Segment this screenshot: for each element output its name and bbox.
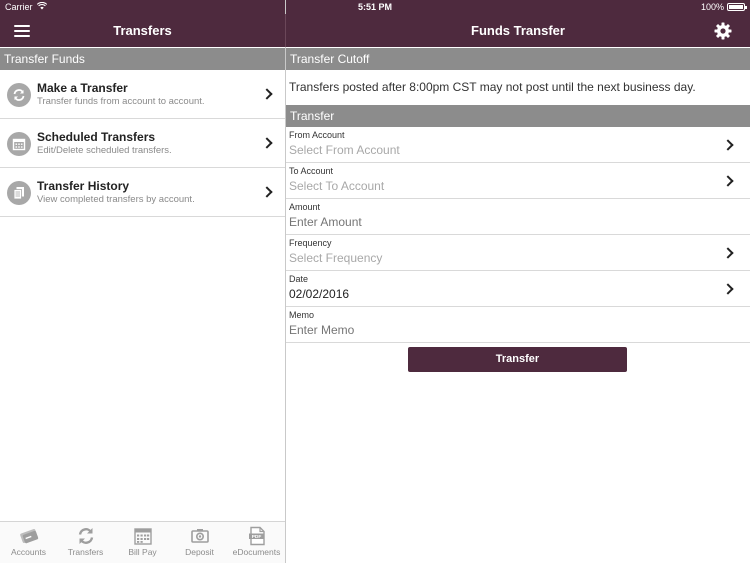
chevron-right-icon — [722, 175, 734, 187]
tab-transfers-label: Transfers — [67, 547, 104, 557]
transfer-funds-header: Transfer Funds — [0, 48, 285, 70]
tab-transfers[interactable]: Transfers — [57, 522, 114, 563]
frequency-field[interactable]: Frequency Select Frequency — [286, 235, 750, 271]
tab-deposit-label: Deposit — [185, 547, 214, 557]
transfers-icon — [78, 528, 94, 544]
scheduled-transfers-subtitle: Edit/Delete scheduled transfers. — [37, 145, 172, 156]
chevron-right-icon — [722, 247, 734, 259]
transfer-menu-list: Make a Transfer Transfer funds from acco… — [0, 70, 285, 217]
chevron-right-icon — [261, 186, 273, 198]
documents-icon — [7, 181, 31, 205]
transfer-history-item[interactable]: Transfer History View completed transfer… — [0, 168, 285, 217]
header-divider — [285, 14, 286, 47]
tab-deposit[interactable]: Deposit — [171, 522, 228, 563]
date-label: Date — [289, 274, 309, 284]
transfer-form: From Account Select From Account To Acco… — [286, 127, 750, 343]
to-account-label: To Account — [289, 166, 334, 176]
left-page-title: Transfers — [113, 23, 172, 38]
bottom-tab-bar: Accounts Transfers Bill Pay Deposit PDF … — [0, 521, 285, 563]
from-account-label: From Account — [289, 130, 345, 140]
transfer-history-title: Transfer History — [37, 179, 130, 193]
memo-input[interactable] — [289, 323, 689, 337]
amount-label: Amount — [289, 202, 321, 212]
accounts-icon — [20, 528, 39, 544]
transfer-cutoff-header: Transfer Cutoff — [286, 48, 750, 70]
right-nav-bar: Funds Transfer — [286, 14, 750, 47]
tab-edocuments[interactable]: PDF eDocuments — [228, 522, 285, 563]
date-field[interactable]: Date 02/02/2016 — [286, 271, 750, 307]
status-bar: Carrier 5:51 PM 100% — [0, 0, 750, 14]
pdf-icon: PDF — [249, 526, 265, 546]
from-account-field[interactable]: From Account Select From Account — [286, 127, 750, 163]
pane-divider — [285, 0, 286, 563]
from-account-placeholder: Select From Account — [289, 143, 400, 157]
right-page-title: Funds Transfer — [471, 23, 565, 38]
amount-input[interactable] — [289, 215, 689, 229]
scheduled-transfers-item[interactable]: Scheduled Transfers Edit/Delete schedule… — [0, 119, 285, 168]
amount-field[interactable]: Amount — [286, 199, 750, 235]
chevron-right-icon — [722, 283, 734, 295]
make-transfer-title: Make a Transfer — [37, 81, 128, 95]
make-transfer-subtitle: Transfer funds from account to account. — [37, 96, 205, 107]
tab-edocuments-label: eDocuments — [232, 547, 281, 557]
chevron-right-icon — [722, 139, 734, 151]
transfer-history-subtitle: View completed transfers by account. — [37, 194, 195, 205]
battery-icon — [727, 3, 747, 11]
to-account-field[interactable]: To Account Select To Account — [286, 163, 750, 199]
battery-label: 100% — [700, 2, 724, 12]
tab-accounts-label: Accounts — [11, 547, 46, 557]
to-account-placeholder: Select To Account — [289, 179, 385, 193]
refresh-icon — [7, 83, 31, 107]
tab-bill-pay[interactable]: Bill Pay — [114, 522, 171, 563]
svg-text:PDF: PDF — [252, 534, 262, 540]
tab-accounts[interactable]: Accounts — [0, 522, 57, 563]
chevron-right-icon — [261, 137, 273, 149]
status-time: 5:51 PM — [357, 2, 392, 12]
frequency-placeholder: Select Frequency — [289, 251, 383, 265]
memo-label: Memo — [289, 310, 315, 320]
tab-bill-pay-label: Bill Pay — [128, 547, 157, 557]
chevron-right-icon — [261, 88, 273, 100]
frequency-label: Frequency — [289, 238, 332, 248]
transfer-form-header: Transfer — [286, 105, 750, 127]
gear-icon[interactable] — [714, 22, 732, 40]
cutoff-notice: Transfers posted after 8:00pm CST may no… — [289, 80, 696, 94]
bill-pay-icon — [134, 528, 152, 545]
left-nav-bar: Transfers — [0, 14, 285, 47]
memo-field[interactable]: Memo — [286, 307, 750, 343]
scheduled-transfers-title: Scheduled Transfers — [37, 130, 156, 144]
transfer-submit-button[interactable]: Transfer — [408, 347, 627, 372]
camera-icon — [191, 529, 209, 543]
make-transfer-item[interactable]: Make a Transfer Transfer funds from acco… — [0, 70, 285, 119]
date-value: 02/02/2016 — [289, 287, 350, 301]
calendar-icon — [7, 132, 31, 156]
